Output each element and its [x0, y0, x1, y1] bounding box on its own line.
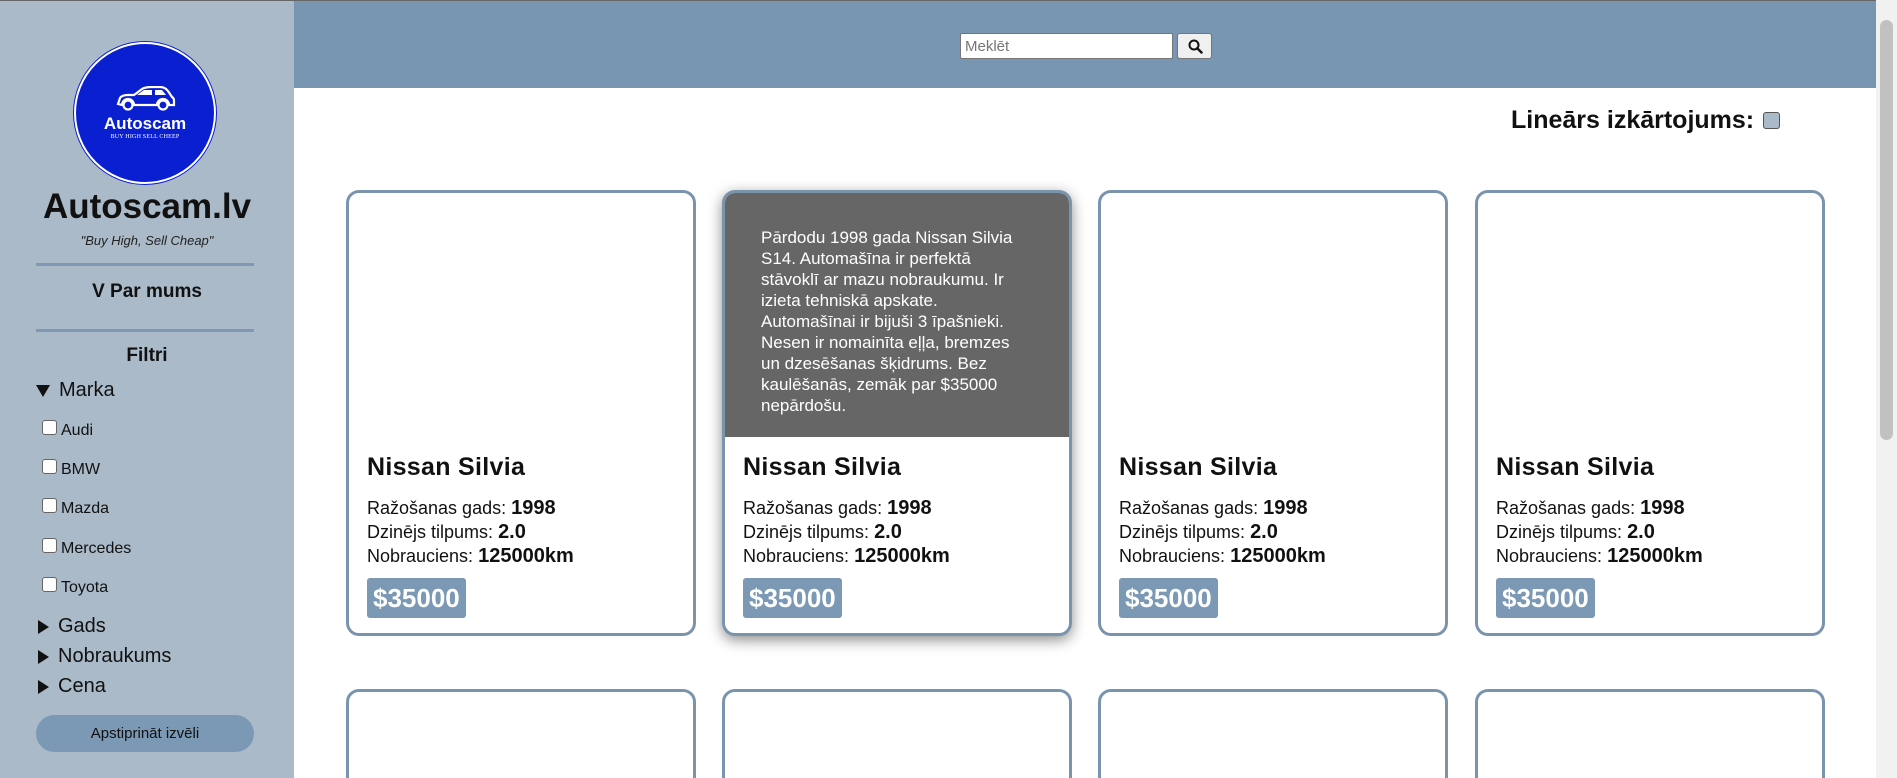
linear-layout-toggle[interactable]: Lineārs izkārtojums:: [1511, 106, 1781, 135]
search-icon: [1188, 39, 1203, 54]
filter-group-mileage[interactable]: Nobraukums: [36, 645, 171, 668]
site-logo[interactable]: Autoscam BUY HIGH SELL CHEEP: [74, 42, 216, 184]
car-description-overlay: Pārdodu 1998 gada Nissan Silvia S14. Aut…: [725, 193, 1069, 437]
car-price: $35000: [1496, 578, 1595, 618]
car-year: Ražošanas gads: 1998: [1496, 497, 1685, 519]
checkbox[interactable]: [42, 459, 57, 474]
filter-option-label: BMW: [61, 461, 101, 478]
filter-option-label: Mercedes: [61, 540, 132, 557]
filter-option-label: Mazda: [61, 500, 110, 517]
car-price: $35000: [743, 578, 842, 618]
car-engine: Dzinējs tilpums: 2.0: [1496, 521, 1655, 543]
logo-name: Autoscam: [103, 114, 187, 133]
car-mileage: Nobrauciens: 125000km: [1119, 545, 1326, 567]
logo-tagline: BUY HIGH SELL CHEEP: [110, 134, 180, 140]
header: [294, 0, 1876, 88]
car-engine: Dzinējs tilpums: 2.0: [367, 521, 526, 543]
filter-option-mercedes[interactable]: Mercedes: [42, 538, 132, 558]
filter-option-label: Toyota: [61, 579, 109, 596]
checkbox[interactable]: [42, 498, 57, 513]
triangle-right-icon: [38, 649, 49, 664]
car-card[interactable]: [346, 689, 696, 778]
car-mileage: Nobrauciens: 125000km: [1496, 545, 1703, 567]
car-card[interactable]: [722, 689, 1072, 778]
confirm-filters-button[interactable]: Apstiprināt izvēli: [36, 715, 254, 752]
filter-group-label: Nobraukums: [58, 645, 172, 667]
search-button[interactable]: [1177, 33, 1212, 59]
car-card[interactable]: Nissan Silvia Ražošanas gads: 1998 Dzinē…: [346, 190, 696, 636]
triangle-right-icon: [38, 619, 49, 634]
site-motto: "Buy High, Sell Cheap": [80, 233, 214, 248]
car-icon: [116, 86, 176, 111]
sidebar: Autoscam BUY HIGH SELL CHEEP Autoscam.lv…: [0, 0, 294, 778]
car-card[interactable]: [1475, 689, 1825, 778]
car-price: $35000: [367, 578, 466, 618]
search-input[interactable]: [960, 33, 1173, 59]
page: Autoscam BUY HIGH SELL CHEEP Autoscam.lv…: [0, 0, 1897, 778]
filter-group-label: Cena: [58, 675, 106, 697]
car-card[interactable]: [1098, 689, 1448, 778]
about-toggle[interactable]: V Par mums: [0, 281, 294, 303]
car-mileage: Nobrauciens: 125000km: [743, 545, 950, 567]
car-year: Ražošanas gads: 1998: [367, 497, 556, 519]
filter-option-label: Audi: [61, 422, 94, 439]
triangle-down-icon: [36, 384, 50, 397]
scrollbar[interactable]: [1876, 0, 1897, 778]
triangle-right-icon: [38, 679, 49, 694]
filter-option-mazda[interactable]: Mazda: [42, 498, 110, 518]
checkbox[interactable]: [42, 577, 57, 592]
car-name: Nissan Silvia: [1119, 453, 1278, 481]
car-name: Nissan Silvia: [367, 453, 526, 481]
car-card[interactable]: Pārdodu 1998 gada Nissan Silvia S14. Aut…: [722, 190, 1072, 636]
divider: [36, 329, 254, 332]
filter-group-year[interactable]: Gads: [36, 615, 106, 638]
car-name: Nissan Silvia: [1496, 453, 1655, 481]
filter-group-label: Gads: [58, 615, 106, 637]
linear-layout-label: Lineārs izkārtojums:: [1511, 106, 1755, 134]
filters-title: Filtri: [126, 345, 168, 366]
filter-option-audi[interactable]: Audi: [42, 420, 94, 440]
car-card[interactable]: Nissan Silvia Ražošanas gads: 1998 Dzinē…: [1475, 190, 1825, 636]
divider: [36, 263, 254, 266]
car-card[interactable]: Nissan Silvia Ražošanas gads: 1998 Dzinē…: [1098, 190, 1448, 636]
car-price: $35000: [1119, 578, 1218, 618]
car-mileage: Nobrauciens: 125000km: [367, 545, 574, 567]
car-year: Ražošanas gads: 1998: [1119, 497, 1308, 519]
car-engine: Dzinējs tilpums: 2.0: [1119, 521, 1278, 543]
site-title: Autoscam.lv: [42, 187, 252, 226]
filter-option-bmw[interactable]: BMW: [42, 459, 101, 479]
filter-group-brand[interactable]: Marka: [36, 379, 115, 402]
car-name: Nissan Silvia: [743, 453, 902, 481]
scrollbar-thumb[interactable]: [1880, 20, 1893, 440]
filter-group-price[interactable]: Cena: [36, 675, 106, 698]
car-engine: Dzinējs tilpums: 2.0: [743, 521, 902, 543]
checkbox[interactable]: [42, 538, 57, 553]
car-year: Ražošanas gads: 1998: [743, 497, 932, 519]
filter-group-label: Marka: [59, 379, 115, 401]
linear-layout-checkbox[interactable]: [1763, 112, 1781, 129]
filter-option-toyota[interactable]: Toyota: [42, 577, 109, 597]
checkbox[interactable]: [42, 420, 57, 435]
